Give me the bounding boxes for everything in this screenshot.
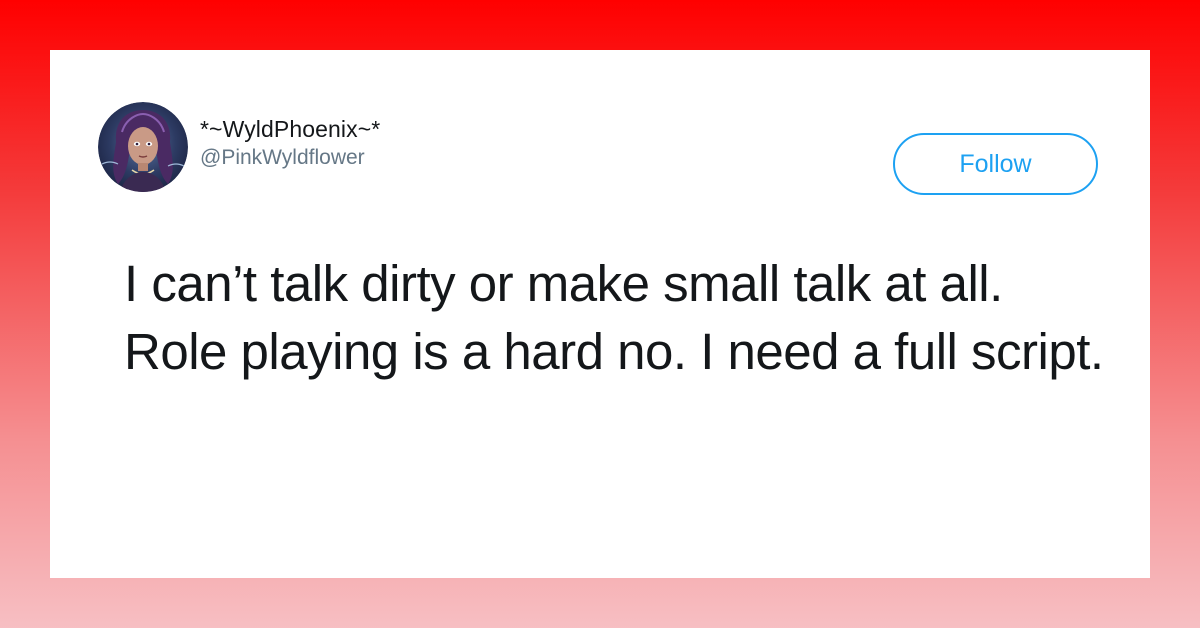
author-identity: *~WyldPhoenix~* @PinkWyldflower [200,115,380,171]
tweet-text: I can’t talk dirty or make small talk at… [124,255,1104,380]
avatar[interactable] [98,102,188,192]
image-frame: *~WyldPhoenix~* @PinkWyldflower Follow I… [0,0,1200,628]
author-handle[interactable]: @PinkWyldflower [200,145,380,171]
author-display-name[interactable]: *~WyldPhoenix~* [200,115,380,143]
tweet-header: *~WyldPhoenix~* @PinkWyldflower [98,102,380,192]
follow-button[interactable]: Follow [893,133,1098,195]
tweet-card: *~WyldPhoenix~* @PinkWyldflower Follow I… [50,50,1150,578]
